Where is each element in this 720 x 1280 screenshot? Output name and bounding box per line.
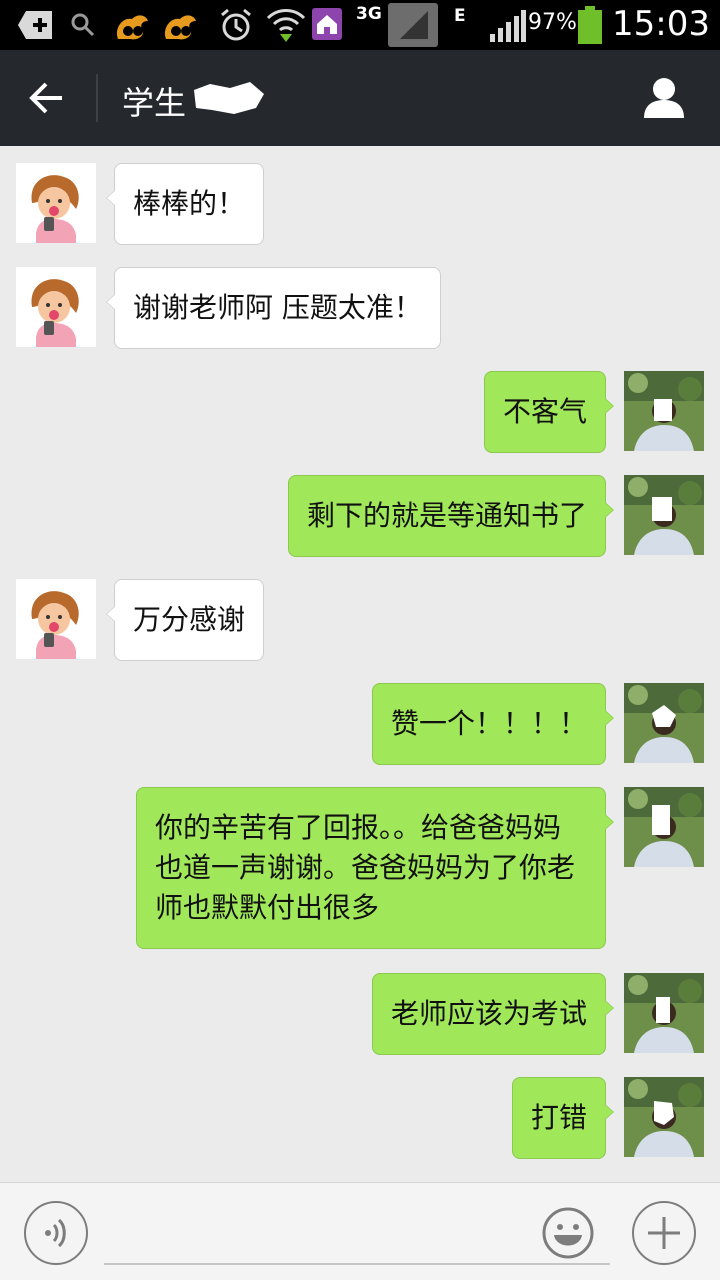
signal-icon [388,3,438,47]
message-bubble[interactable]: 剩下的就是等通知书了 [287,475,615,557]
message-bubble[interactable]: 打错 [511,1077,615,1159]
add-attachment-button[interactable] [632,1201,696,1265]
avatar[interactable] [624,475,704,555]
message-row-incoming: 谢谢老师阿 压题太准！ [0,250,720,354]
network-type-3g: 3G [356,4,382,24]
message-row-incoming: 万分感谢 [0,562,720,666]
message-row-outgoing: 打错 [0,1060,720,1164]
avatar[interactable] [16,579,96,659]
network-type-e: E [454,6,466,26]
message-row-outgoing: 剩下的就是等通知书了 [0,458,720,562]
add-box-icon [18,11,52,39]
message-row-outgoing: 你的辛苦有了回报。。给爸爸妈妈也道一声谢谢。爸爸妈妈为了你老师也默默付出很多 [0,770,720,956]
avatar[interactable] [16,163,96,243]
person-icon [644,78,684,118]
message-list[interactable]: 棒棒的！ 谢谢老师阿 压题太准！ 不客气 剩下的就是等通知书了 万分感谢 赞一个… [0,146,720,1182]
avatar[interactable] [624,787,704,867]
status-bar: 3G E 97% 15:03 [0,0,720,50]
message-bubble[interactable]: 棒棒的！ [105,163,265,245]
back-arrow-icon [29,82,62,114]
back-button[interactable] [14,68,78,128]
input-bar [0,1182,720,1280]
photo-avatar-icon [624,1077,704,1157]
message-bubble[interactable]: 赞一个！！！！ [371,683,615,765]
voice-icon [45,1218,66,1248]
avatar[interactable] [624,371,704,451]
header-divider [96,74,98,122]
chat-title: 学生 [122,84,187,122]
message-row-outgoing: 赞一个！！！！ [0,666,720,770]
message-row-outgoing: 老师应该为考试 [0,956,720,1060]
redacted-name [194,82,264,114]
message-bubble[interactable]: 老师应该为考试 [371,973,615,1055]
photo-avatar-icon [624,683,704,763]
avatar[interactable] [624,683,704,763]
signal-icon [490,10,526,42]
avatar[interactable] [624,1077,704,1157]
message-bubble[interactable]: 你的辛苦有了回报。。给爸爸妈妈也道一声谢谢。爸爸妈妈为了你老师也默默付出很多 [136,787,614,949]
photo-avatar-icon [624,973,704,1053]
cartoon-girl-avatar-icon [16,267,96,347]
alarm-icon [221,8,251,41]
uc-browser-icon [164,15,196,40]
wifi-icon [266,9,306,42]
voice-button[interactable] [24,1201,88,1265]
chat-header: 学生 [0,50,720,146]
uc-browser-icon [116,15,148,40]
clock: 15:03 [612,4,710,44]
search-icon [71,13,95,37]
message-row-outgoing: 不客气 [0,354,720,458]
message-row-incoming: 棒棒的！ [0,146,720,250]
plus-icon [648,1217,680,1249]
cartoon-girl-avatar-icon [16,579,96,659]
message-bubble[interactable]: 万分感谢 [105,579,265,661]
message-bubble[interactable]: 谢谢老师阿 压题太准！ [106,267,441,349]
cartoon-girl-avatar-icon [16,163,96,243]
avatar[interactable] [624,973,704,1053]
message-input[interactable] [104,1203,610,1265]
photo-avatar-icon [624,371,704,451]
photo-avatar-icon [624,787,704,867]
avatar[interactable] [16,267,96,347]
emoji-button[interactable] [536,1201,600,1265]
home-app-icon [312,8,342,40]
profile-button[interactable] [632,68,696,128]
message-bubble[interactable]: 不客气 [483,371,615,453]
emoji-icon [542,1207,594,1259]
photo-avatar-icon [624,475,704,555]
battery-percent: 97% [528,10,577,35]
battery-icon [578,6,602,44]
